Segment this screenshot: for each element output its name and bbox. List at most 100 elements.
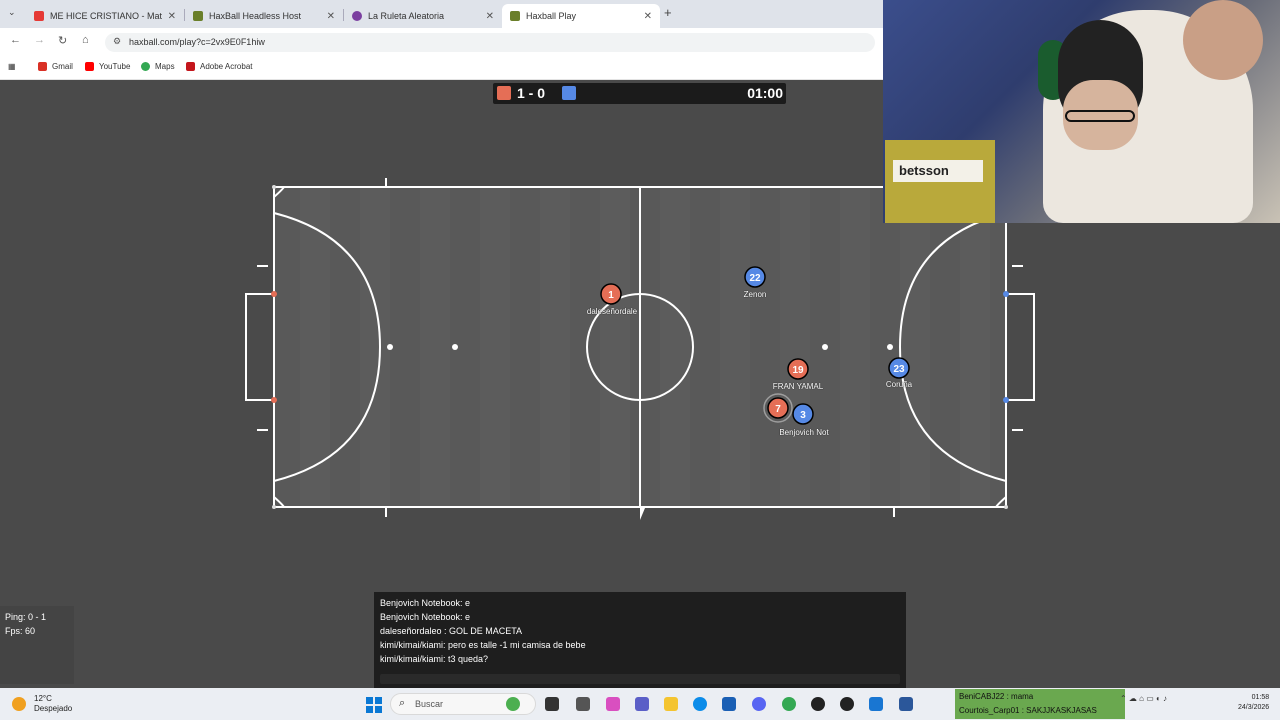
acrobat-icon [186,62,195,71]
chrome-icon[interactable] [782,697,796,711]
player-19: 19 [787,358,809,380]
weather-desc: Despejado [34,704,73,713]
tab-haxball-play[interactable]: Haxball Play ✕ [502,4,660,28]
player-number: 22 [749,273,761,284]
weather-widget[interactable]: 12°C Despejado [12,694,72,714]
webcam-hand [1183,0,1263,80]
discord-icon[interactable] [752,697,766,711]
bookmarks-bar: ▦ Gmail YouTube Maps Adobe Acrobat [0,56,883,80]
system-clock[interactable]: 01:58 24/3/2026 [1238,693,1269,713]
chat-message: Benjovich Notebook: e [380,598,471,608]
back-arrow-icon[interactable]: ← [10,34,21,46]
haxball-favicon-icon [193,11,203,21]
forward-arrow-icon[interactable]: → [34,34,45,46]
store-icon[interactable] [722,697,736,711]
chat-input[interactable] [380,674,900,684]
maps-icon [141,62,150,71]
player-1: 1 [600,283,622,305]
new-tab-button[interactable]: + [664,5,672,20]
media-player-icon[interactable] [840,697,854,711]
calculator-icon[interactable] [869,697,883,711]
windows-taskbar: 12°C Despejado ⌕ Buscar BeniCABJ22 : mam… [0,688,1280,720]
close-tab-icon[interactable]: ✕ [327,11,335,22]
windows-start-icon[interactable] [366,697,382,713]
chat-message: kimi/kimai/kiami: pero es talle -1 mi ca… [380,640,586,650]
player-name-label: Benjovich Not [779,428,829,437]
tab-search-chevron-icon[interactable]: ⌄ [8,7,16,18]
bookmark-label: YouTube [99,62,131,71]
player-22: 22 [744,266,766,288]
bookmark-label: Gmail [52,62,73,71]
scoreboard: 1 - 0 01:00 [493,83,786,104]
teams-icon[interactable] [635,697,649,711]
app-icon[interactable] [576,697,590,711]
notif-line: BeniCABJ22 : mama [959,692,1034,701]
chat-message: Benjovich Notebook: e [380,612,471,622]
file-explorer-icon[interactable] [664,697,678,711]
red-team-indicator [497,86,511,100]
player-7-controlled: 7 [763,393,793,423]
chat-box: Benjovich Notebook: e Benjovich Notebook… [374,592,906,688]
youtube-icon [85,62,94,71]
webcam-sign: betsson [893,160,983,182]
edge-icon[interactable] [693,697,707,711]
tab-ruleta[interactable]: La Ruleta Aleatoria ✕ [344,4,502,28]
reload-icon[interactable]: ↻ [58,34,67,47]
word-icon[interactable] [899,697,913,711]
notif-line: Courtois_Carp01 : SAKJJKASKJASAS [959,706,1097,715]
browser-tab-bar: ⌄ ME HICE CRISTIANO - Matysito ✕ HaxBall… [0,0,883,28]
site-info-icon[interactable]: ⚙ [113,36,121,47]
bookmark-maps[interactable]: Maps [141,62,175,71]
tab-title: Haxball Play [526,11,577,21]
match-timer: 01:00 [747,85,783,101]
gmail-icon [38,62,47,71]
close-tab-icon[interactable]: ✕ [644,11,652,22]
tab-title: ME HICE CRISTIANO - Matysito [50,11,162,21]
glasses-icon [1065,110,1135,122]
search-placeholder: Buscar [415,699,444,709]
bookmark-youtube[interactable]: YouTube [85,62,130,71]
moon-weather-icon [12,697,26,711]
player-name-label: FRAN YAMAL [772,382,824,391]
network-stats: Ping: 0 - 1 Fps: 60 [0,606,74,684]
url-text: haxball.com/play?c=2vx9E0F1hiw [129,37,265,47]
tab-title: HaxBall Headless Host [209,11,302,21]
player-number: 19 [792,365,804,376]
home-icon[interactable]: ⌂ [82,34,89,46]
apps-grid-icon[interactable]: ▦ [8,62,16,71]
bookmark-adobe-acrobat[interactable]: Adobe Acrobat [186,62,252,71]
tab-youtube-video[interactable]: ME HICE CRISTIANO - Matysito ✕ [26,4,184,28]
browser-toolbar: ← → ↻ ⌂ ⚙ haxball.com/play?c=2vx9E0F1hiw [0,28,883,56]
clock-date: 24/3/2026 [1238,704,1270,711]
weather-temp: 12°C [34,694,52,703]
fps-text: Fps: 60 [5,626,36,636]
player-23: 23 [888,357,910,379]
obs-icon[interactable] [811,697,825,711]
ping-text: Ping: 0 - 1 [5,612,47,622]
widgets-icon[interactable] [506,697,520,711]
address-bar[interactable]: ⚙ haxball.com/play?c=2vx9E0F1hiw [105,33,875,52]
system-tray[interactable]: ⌃ ☁ ⌂ ▭ ◐ ♪ [1120,694,1167,703]
chat-message: daleseñordaleo : GOL DE MACETA [380,626,523,636]
player-3: 3 [792,403,814,425]
player-number: 7 [775,404,781,415]
tab-haxball-host[interactable]: HaxBall Headless Host ✕ [185,4,343,28]
youtube-favicon-icon [34,11,44,21]
player-number: 3 [800,410,806,421]
chat-overlay-notification: BeniCABJ22 : mama Courtois_Carp01 : SAKJ… [955,689,1125,719]
close-tab-icon[interactable]: ✕ [486,11,494,22]
webcam-overlay: betsson [883,0,1280,223]
left-goal [245,293,274,401]
player-name-label: daleseñordale [586,307,638,316]
task-view-icon[interactable] [545,697,559,711]
close-tab-icon[interactable]: ✕ [168,11,176,22]
bookmark-gmail[interactable]: Gmail [38,62,73,71]
search-icon: ⌕ [399,697,406,709]
player-number: 23 [893,364,905,375]
bookmark-label: Maps [155,62,175,71]
copilot-icon[interactable] [606,697,620,711]
bookmark-label: Adobe Acrobat [200,62,253,71]
haxball-favicon-icon [510,11,520,21]
mouse-cursor-icon [640,508,650,520]
blue-team-indicator [562,86,576,100]
